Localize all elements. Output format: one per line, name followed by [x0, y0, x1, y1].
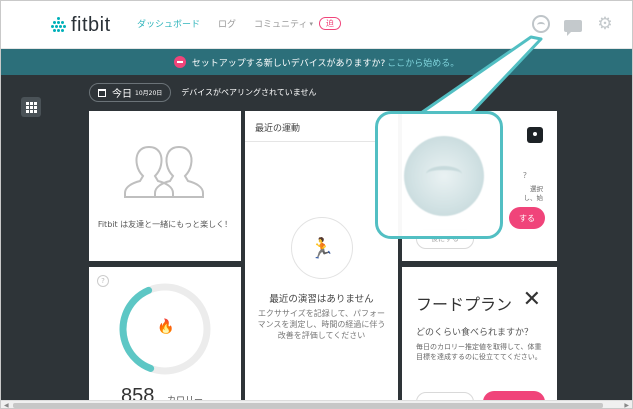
top-header: fitbit ダッシュボード ログ コミュニティ ▾ 迫 ⚙: [1, 1, 632, 49]
run-icon: 🏃: [309, 236, 335, 260]
food-question: どのくらい食べられますか？: [416, 328, 534, 338]
profile-icon[interactable]: [532, 15, 550, 33]
today-label: 今日: [112, 89, 132, 100]
friends-icon: [124, 145, 204, 198]
nav-log[interactable]: ログ: [218, 17, 236, 30]
setup-button[interactable]: する: [509, 207, 545, 229]
header-icons: ⚙: [518, 15, 614, 36]
device-text: 選択 し、始: [523, 185, 544, 202]
empty-message: 最近の演習はありません: [269, 294, 374, 305]
main-nav: ダッシュボード ログ コミュニティ ▾ 迫: [137, 17, 342, 30]
setup-banner: セットアップする新しいデバイスがありますか? ここから始める。: [1, 49, 632, 75]
flame-icon: 🔥: [157, 319, 175, 335]
logo-text: fitbit: [71, 13, 111, 36]
activity-description: エクササイズを記録して、パフォーマンスを測定し、時間の経過に伴う改善を評価してく…: [257, 309, 386, 340]
nav-dashboard[interactable]: ダッシュボード: [137, 17, 200, 30]
nav-badge[interactable]: 迫: [319, 17, 342, 30]
device-alert-icon: [173, 56, 186, 68]
fitbit-logo-icon: [51, 17, 67, 33]
pairing-status: デバイスがペアリングされていません: [181, 88, 317, 97]
calories-tile[interactable]: ? 🔥 858 カロリー: [89, 267, 241, 408]
banner-link[interactable]: ここから始める。: [387, 56, 459, 69]
tile-menu-button[interactable]: [21, 97, 41, 117]
fork-knife-icon: ✕: [522, 287, 541, 312]
fitbit-logo[interactable]: fitbit: [51, 11, 111, 39]
zoom-callout: [375, 111, 503, 239]
food-description: 毎日のカロリー推定値を取得して、体重目標を達成するのに役立ててください。: [416, 343, 542, 361]
friends-tile[interactable]: Fitbit は友達と一緒にもっと楽しく！: [89, 111, 241, 261]
chat-icon[interactable]: [564, 20, 582, 36]
horizontal-scrollbar[interactable]: ◀ ▶: [1, 400, 632, 408]
card-title: 最近の運動: [255, 124, 301, 134]
banner-text: セットアップする新しいデバイスがありますか?: [191, 58, 386, 69]
friends-message: Fitbit は友達と一緒にもっと楽しく！: [97, 220, 233, 229]
grid-icon: [25, 101, 37, 113]
date-label: 10月20日: [135, 90, 163, 97]
nav-community[interactable]: コミュニティ: [254, 17, 307, 30]
device-question: ?: [522, 171, 527, 180]
food-plan-tile[interactable]: フードプラン ✕ どのくらい食べられますか？ 毎日のカロリー推定値を取得して、体…: [402, 267, 557, 408]
date-bar: 今日 10月20日 デバイスがペアリングされていません: [89, 83, 317, 102]
scroll-left-icon[interactable]: ◀: [4, 402, 9, 408]
calendar-icon: [98, 88, 106, 97]
chevron-down-icon[interactable]: ▾: [310, 20, 314, 28]
scrollbar-thumb[interactable]: [13, 403, 603, 408]
food-plan-title: フードプラン: [416, 295, 513, 314]
scroll-right-icon[interactable]: ▶: [624, 402, 629, 408]
dashboard: 今日 10月20日 デバイスがペアリングされていません Fitbit は友達と一…: [1, 75, 632, 408]
date-selector[interactable]: 今日 10月20日: [89, 83, 172, 102]
gear-icon[interactable]: ⚙: [596, 15, 614, 33]
run-icon-circle: 🏃: [291, 217, 353, 279]
help-icon[interactable]: ?: [97, 275, 109, 287]
device-icon: [527, 127, 543, 143]
app-window: fitbit ダッシュボード ログ コミュニティ ▾ 迫 ⚙ セットアップする新…: [0, 0, 633, 409]
zoom-profile-icon: [404, 136, 484, 216]
